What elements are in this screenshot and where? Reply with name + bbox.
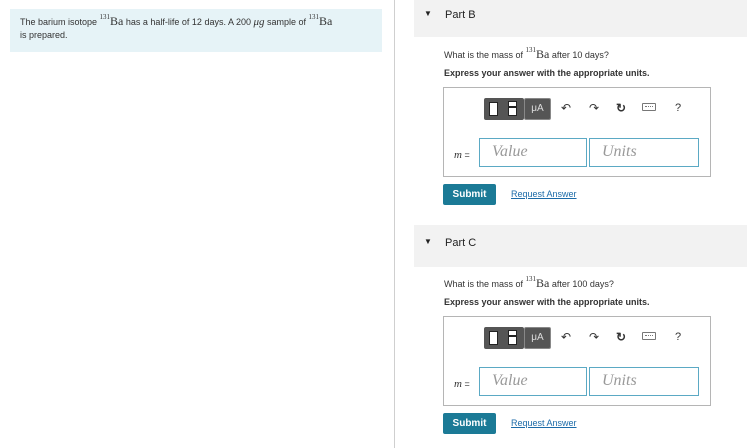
part-b-title[interactable]: Part B bbox=[445, 9, 476, 21]
part-c-answer-box: μA ↶ ↷ ↻ ? m = Value Units bbox=[443, 316, 711, 406]
redo-icon[interactable]: ↷ bbox=[589, 328, 599, 346]
problem-text-suffix: is prepared. bbox=[20, 30, 68, 40]
isotope-label: 131Ba bbox=[525, 275, 550, 291]
column-divider bbox=[394, 0, 395, 448]
mass-unit: μg bbox=[253, 16, 265, 28]
isotope-label: 131Ba bbox=[99, 13, 124, 28]
units-input[interactable]: Units bbox=[589, 367, 699, 396]
part-b-submit-button[interactable]: Submit bbox=[443, 184, 496, 205]
help-icon[interactable]: ? bbox=[675, 328, 681, 346]
problem-text-prefix: The barium isotope bbox=[20, 17, 100, 27]
undo-icon[interactable]: ↶ bbox=[561, 99, 571, 117]
part-c-instruction: Express your answer with the appropriate… bbox=[444, 297, 650, 307]
units-input[interactable]: Units bbox=[589, 138, 699, 167]
part-c-question: What is the mass of 131Ba after 100 days… bbox=[444, 275, 614, 291]
part-c-request-answer-link[interactable]: Request Answer bbox=[511, 418, 577, 428]
part-c-submit-button[interactable]: Submit bbox=[443, 413, 496, 434]
part-c-title[interactable]: Part C bbox=[445, 237, 476, 249]
caret-down-icon[interactable]: ▼ bbox=[424, 237, 432, 246]
keyboard-icon[interactable] bbox=[642, 332, 656, 340]
template-block-icon bbox=[489, 102, 498, 116]
part-b-request-answer-link[interactable]: Request Answer bbox=[511, 189, 577, 199]
template-block-icon bbox=[489, 331, 498, 345]
caret-down-icon[interactable]: ▼ bbox=[424, 9, 432, 18]
keyboard-icon[interactable] bbox=[642, 103, 656, 111]
part-b-instruction: Express your answer with the appropriate… bbox=[444, 68, 650, 78]
part-b-question: What is the mass of 131Ba after 10 days? bbox=[444, 46, 609, 62]
reset-icon[interactable]: ↻ bbox=[616, 99, 626, 117]
part-b-answer-box: μA ↶ ↷ ↻ ? m = Value Units bbox=[443, 87, 711, 177]
variable-label: m = bbox=[454, 149, 470, 161]
templates-button[interactable] bbox=[484, 327, 524, 349]
isotope-label: 131Ba bbox=[308, 13, 333, 28]
problem-statement: The barium isotope 131Ba has a half-life… bbox=[10, 9, 382, 52]
template-block-icon bbox=[508, 336, 517, 345]
help-icon[interactable]: ? bbox=[675, 99, 681, 117]
value-input[interactable]: Value bbox=[479, 138, 587, 167]
value-input[interactable]: Value bbox=[479, 367, 587, 396]
reset-icon[interactable]: ↻ bbox=[616, 328, 626, 346]
variable-label: m = bbox=[454, 378, 470, 390]
units-button[interactable]: μA bbox=[524, 98, 551, 120]
redo-icon[interactable]: ↷ bbox=[589, 99, 599, 117]
template-block-icon bbox=[508, 107, 517, 116]
templates-button[interactable] bbox=[484, 98, 524, 120]
undo-icon[interactable]: ↶ bbox=[561, 328, 571, 346]
units-button[interactable]: μA bbox=[524, 327, 551, 349]
isotope-label: 131Ba bbox=[525, 46, 550, 62]
